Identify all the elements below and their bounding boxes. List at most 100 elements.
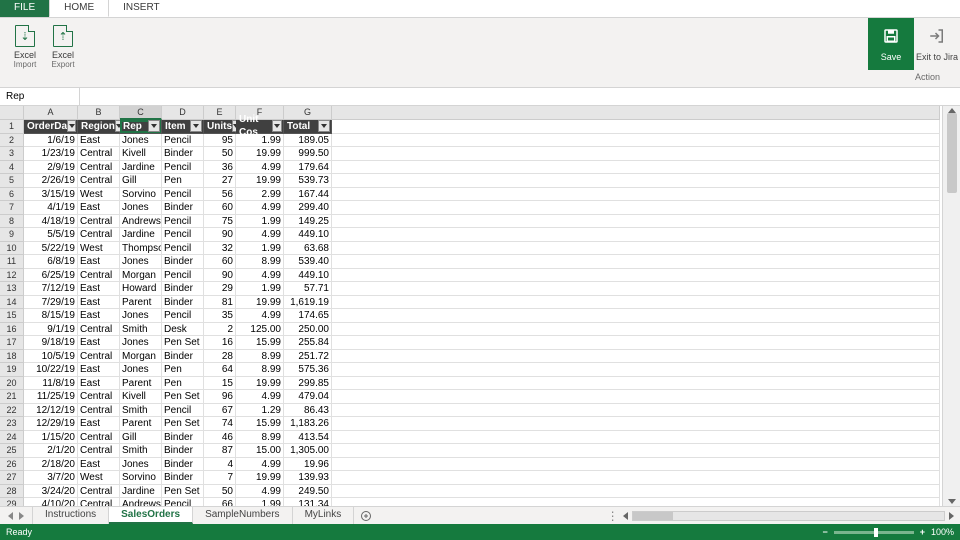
row-header[interactable]: 2 [0,134,24,148]
select-all-corner[interactable] [0,106,24,120]
cell[interactable]: 1,305.00 [284,444,332,458]
cell[interactable]: Binder [162,201,204,215]
cell[interactable]: 19.99 [236,174,284,188]
cell[interactable]: 64 [204,363,236,377]
name-box[interactable]: Rep [0,88,80,105]
cell[interactable]: Binder [162,350,204,364]
cell[interactable]: 449.10 [284,269,332,283]
cell[interactable]: Central [78,323,120,337]
cell[interactable]: Pencil [162,242,204,256]
cell[interactable]: 4.99 [236,269,284,283]
cell[interactable]: 7/12/19 [24,282,78,296]
cell[interactable]: 479.04 [284,390,332,404]
row-header[interactable]: 11 [0,255,24,269]
cell[interactable]: West [78,188,120,202]
cell[interactable]: 3/24/20 [24,485,78,499]
cell[interactable]: 174.65 [284,309,332,323]
save-button[interactable]: Save [868,18,914,70]
cell[interactable]: 50 [204,485,236,499]
sheet-tab-salesorders[interactable]: SalesOrders [109,507,193,524]
cell[interactable]: 449.10 [284,228,332,242]
row-header[interactable]: 5 [0,174,24,188]
cell[interactable]: 539.73 [284,174,332,188]
cell[interactable]: 32 [204,242,236,256]
cell[interactable]: Smith [120,404,162,418]
cell[interactable]: Central [78,161,120,175]
cell[interactable]: Pen Set [162,336,204,350]
cell[interactable]: 12/29/19 [24,417,78,431]
sheet-tab-samplenumbers[interactable]: SampleNumbers [193,507,292,524]
cell[interactable]: 95 [204,134,236,148]
cell[interactable]: Pen Set [162,485,204,499]
row-header[interactable]: 29 [0,498,24,506]
cell[interactable]: Gill [120,431,162,445]
row-header[interactable]: 1 [0,120,24,134]
tab-insert[interactable]: INSERT [109,0,174,17]
tab-home[interactable]: HOME [49,0,109,17]
cell[interactable]: 1.99 [236,282,284,296]
cell[interactable]: 8/15/19 [24,309,78,323]
cell[interactable]: 299.85 [284,377,332,391]
cell[interactable]: 74 [204,417,236,431]
cell[interactable]: Pencil [162,269,204,283]
cell[interactable]: 63.68 [284,242,332,256]
cell[interactable]: Jardine [120,161,162,175]
excel-export-button[interactable]: Excel Export [46,22,80,74]
cell[interactable]: 15.99 [236,417,284,431]
cell[interactable]: 67 [204,404,236,418]
cell[interactable]: Central [78,350,120,364]
cell[interactable]: Central [78,174,120,188]
cell[interactable]: 15.00 [236,444,284,458]
cell[interactable]: 4/18/19 [24,215,78,229]
row-header[interactable]: 15 [0,309,24,323]
add-sheet-button[interactable] [354,507,378,524]
cell[interactable]: 4.99 [236,458,284,472]
cell[interactable]: Central [78,444,120,458]
cell[interactable]: Binder [162,431,204,445]
sheet-tab-instructions[interactable]: Instructions [33,507,109,524]
row-header[interactable]: 14 [0,296,24,310]
cell[interactable]: East [78,255,120,269]
cell[interactable]: 1.99 [236,242,284,256]
filter-button[interactable] [190,120,202,132]
cell[interactable]: 4.99 [236,201,284,215]
row-header[interactable]: 20 [0,377,24,391]
row-header[interactable]: 12 [0,269,24,283]
spreadsheet-grid[interactable]: ABCDEFG 1 OrderDaRegionRepItemUnitsUnit … [0,106,940,506]
cell[interactable]: Smith [120,323,162,337]
cell[interactable]: 249.50 [284,485,332,499]
cell[interactable]: 1.99 [236,215,284,229]
row-header[interactable]: 10 [0,242,24,256]
cell[interactable]: 2/18/20 [24,458,78,472]
row-header[interactable]: 22 [0,404,24,418]
cell[interactable]: 131.34 [284,498,332,506]
cell[interactable]: 1.99 [236,498,284,506]
cell[interactable]: 4.99 [236,390,284,404]
cell[interactable]: 251.72 [284,350,332,364]
exit-to-jira-button[interactable]: Exit to Jira [914,18,960,70]
column-header-D[interactable]: D [162,106,204,120]
cell[interactable]: 3/7/20 [24,471,78,485]
cell[interactable]: Central [78,498,120,506]
cell[interactable]: 3/15/19 [24,188,78,202]
cell[interactable]: Jardine [120,228,162,242]
cell[interactable]: 139.93 [284,471,332,485]
cell[interactable]: 413.54 [284,431,332,445]
cell[interactable]: 1.29 [236,404,284,418]
cell[interactable]: West [78,471,120,485]
row-header[interactable]: 3 [0,147,24,161]
cell[interactable]: 5/5/19 [24,228,78,242]
cell[interactable]: 86.43 [284,404,332,418]
cell[interactable]: Jones [120,458,162,472]
cell[interactable]: 4.99 [236,309,284,323]
cell[interactable]: 8.99 [236,363,284,377]
cell[interactable]: 7/29/19 [24,296,78,310]
cell[interactable]: Pencil [162,188,204,202]
hscroll-split[interactable]: ⋮ [607,509,619,523]
cell[interactable]: Binder [162,282,204,296]
row-header[interactable]: 21 [0,390,24,404]
cell[interactable]: East [78,309,120,323]
cell[interactable]: Binder [162,255,204,269]
cell[interactable]: Andrews [120,498,162,506]
hscroll-left[interactable] [623,512,628,520]
